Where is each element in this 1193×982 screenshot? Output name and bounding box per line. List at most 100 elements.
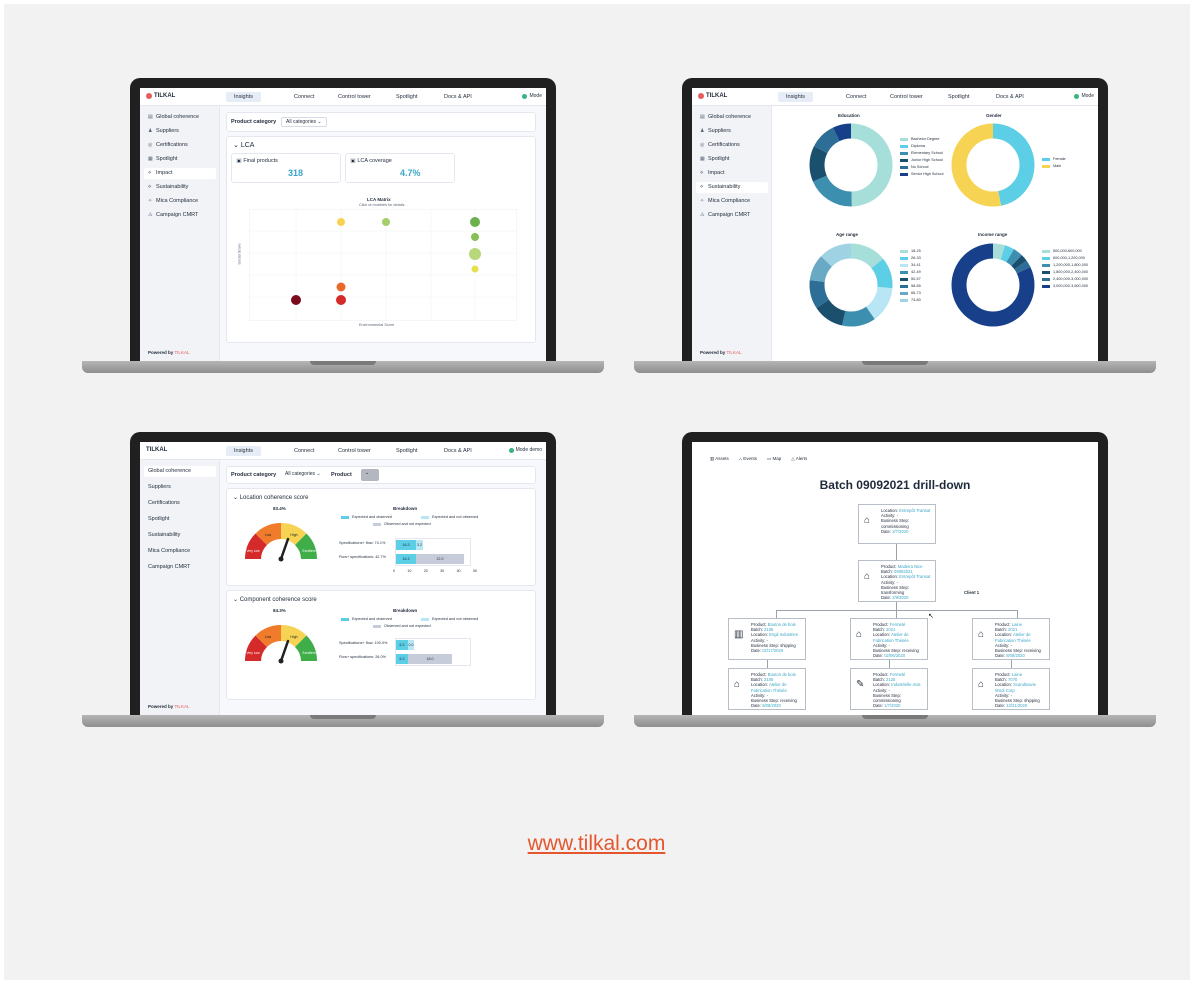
node-supplier[interactable]: ⌂ Product: Fermeté Batch: 2021 Location:… [850,618,928,660]
lca-section-title[interactable]: ⌄ LCA [233,141,254,149]
brand-dot-icon [698,93,704,99]
node-line: Location: Atelier de Fabrication Thésée [995,632,1046,642]
tab-events[interactable]: ⛬ Events [739,456,757,462]
tab-connect[interactable]: Connect [838,92,875,102]
node-supplier[interactable]: ⌂ Product: Bouton de bois Batch: 2105 Lo… [728,668,806,710]
bubble[interactable] [336,282,346,292]
node-root[interactable]: ⌂ Location: Entrepôt Transat Activity: -… [858,504,936,544]
sidebar-item-global-coherence[interactable]: Global coherence [144,466,216,477]
node-key: Date: [995,703,1006,709]
legend-label: 18-25 [911,249,921,253]
bubble[interactable] [471,265,479,273]
tab-spotlight[interactable]: Spotlight [940,92,977,102]
bubble[interactable] [337,218,345,226]
sidebar-item-spotlight[interactable]: Spotlight [144,514,216,525]
node-line: Date: 12/21/2020 [995,703,1046,708]
sidebar-item-spotlight[interactable]: ▦ Spotlight [144,154,216,165]
bubble[interactable] [469,248,481,260]
tab-control-tower[interactable]: Control tower [882,92,931,102]
chevron-down-icon: ⌄ [365,470,370,476]
node-key: Date: [995,653,1006,659]
node-supplier[interactable]: ▥ Product: Bouton de bois Batch: 2105 Lo… [728,618,806,660]
sidebar-item-global-coherence[interactable]: ▤ Global coherence [696,112,768,123]
product-select[interactable]: ⌄ [361,469,379,481]
tab-insights[interactable]: Insights [778,92,813,102]
warehouse-icon: ⌂ [864,571,871,582]
sidebar-item-mica-compliance[interactable]: ✧ Mica Compliance [696,196,768,207]
tab-alerts[interactable]: △ Alerts [791,456,807,462]
bar-label: Flow+ specifications: 26.0% [339,655,386,659]
sidebar-item-campaign-cmrt[interactable]: Campaign CMRT [144,562,216,573]
mode-dot-icon [508,447,514,453]
mode-toggle[interactable]: Mode demo [508,447,542,453]
sidebar-item-mica-compliance[interactable]: ✧ Mica Compliance [144,196,216,207]
legend-expected-not-observed: Expected and not observed [421,617,478,621]
bubble[interactable] [336,295,346,305]
tab-spotlight[interactable]: Spotlight [388,92,425,102]
sidebar-item-campaign-cmrt[interactable]: ⚠ Campaign CMRT [144,210,216,221]
component-section-title[interactable]: ⌄ Component coherence score [233,596,317,603]
sidebar: ▤ Global coherence ♟ Suppliers ◎ Certificat… [692,106,772,361]
mode-toggle[interactable]: Mode [522,93,542,99]
tab-control-tower[interactable]: Control tower [330,92,379,102]
tab-control-tower[interactable]: Control tower [330,446,379,456]
legend-item: No School [900,164,944,171]
bubble[interactable] [382,218,390,226]
sidebar-item-global-coherence[interactable]: ▤ Global coherence [144,112,216,123]
bubble[interactable] [291,295,301,305]
tab-docs-api[interactable]: Docs & API [436,446,480,456]
filter-bar: Product category All categories ⌄ Produc… [226,466,536,484]
sidebar-item-spotlight[interactable]: ▦ Spotlight [696,154,768,165]
tab-connect[interactable]: Connect [286,446,323,456]
tab-map[interactable]: ▭ Map [767,456,781,462]
sidebar: Global coherence Suppliers Certification… [140,460,220,715]
laptop-lca: TILKAL Insights Connect Control tower Sp… [82,78,604,378]
tab-insights[interactable]: Insights [226,92,261,102]
legend-expected-observed: Expected and observed [341,617,392,621]
legend-expected-observed: Expected and observed [341,515,392,519]
gauge-pivot [278,658,284,664]
sidebar-item-suppliers[interactable]: ♟ Suppliers [144,126,216,137]
sidebar-item-suppliers[interactable]: Suppliers [144,482,216,493]
website-link[interactable]: www.tilkal.com [0,832,1193,856]
tab-assets[interactable]: ▥ Assets [710,456,729,462]
legend-label: Diploma [911,144,925,148]
legend-label: 42-49 [911,270,921,274]
mode-dot-icon [522,93,528,99]
legend-item: 58-65 [900,283,921,290]
node-supplier[interactable]: ✎ Product: Fermeté Batch: 2125 Location:… [850,668,928,710]
node-value: 02/17/2020 [762,648,784,654]
tab-docs-api[interactable]: Docs & API [436,92,480,102]
top-nav: TILKAL Insights Connect Control tower Sp… [140,88,546,106]
tab-insights[interactable]: Insights [226,446,261,456]
sidebar-item-suppliers[interactable]: ♟ Suppliers [696,126,768,137]
node-value: 2/9/2020 [892,595,909,601]
tab-spotlight[interactable]: Spotlight [388,446,425,456]
sidebar-item-certifications[interactable]: ◎ Certifications [696,140,768,151]
sidebar-item-impact[interactable]: ⟡ Impact [144,168,216,179]
sidebar-item-certifications[interactable]: Certifications [144,498,216,509]
sidebar-item-sustainability[interactable]: ⟡ Sustainability [696,182,768,193]
location-section-title[interactable]: ⌄ Location coherence score [233,494,308,501]
assets-icon: ▥ [710,456,715,461]
tab-connect[interactable]: Connect [286,92,323,102]
tab-label: Map [772,456,782,461]
node-batch[interactable]: ⌂ Product: Madeira Nice Batch: 09092021 … [858,560,936,602]
sidebar-item-sustainability[interactable]: ⟡ Sustainability [144,182,216,193]
sidebar-item-mica-compliance[interactable]: Mica Compliance [144,546,216,557]
sidebar-item-label: Campaign CMRT [156,212,199,218]
sidebar-item-campaign-cmrt[interactable]: ⚠ Campaign CMRT [696,210,768,221]
sidebar-item-certifications[interactable]: ◎ Certifications [144,140,216,151]
sidebar-item-sustainability[interactable]: Sustainability [144,530,216,541]
sidebar-item-impact[interactable]: ⟡ Impact [696,168,768,179]
legend-item: 42-49 [900,269,921,276]
category-select[interactable]: All categories ⌄ [281,117,327,127]
bubble[interactable] [470,217,480,227]
location-gauge: Low High Excellent Very Low [244,522,318,562]
bubble[interactable] [471,233,479,241]
node-supplier[interactable]: ⌂ Product: Laine Batch: 2021 Location: A… [972,618,1050,660]
category-select[interactable]: All categories ⌄ [281,470,325,480]
mode-toggle[interactable]: Mode [1074,93,1094,99]
node-supplier[interactable]: ⌂ Product: Laine Batch: 7070 Location: S… [972,668,1050,710]
tab-docs-api[interactable]: Docs & API [988,92,1032,102]
